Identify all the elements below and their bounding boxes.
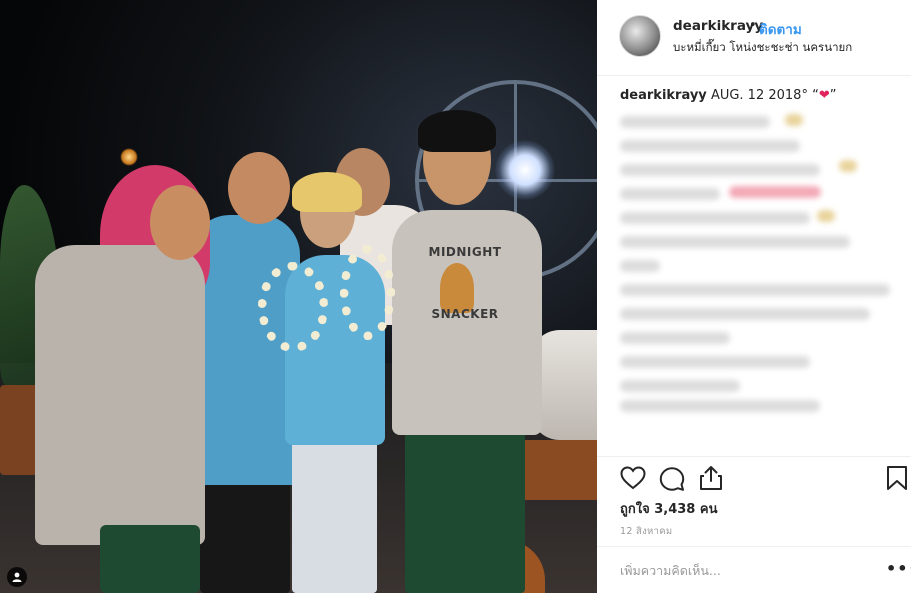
blurred-text xyxy=(620,380,740,392)
person-pants xyxy=(100,525,200,593)
wooden-table xyxy=(515,440,597,500)
blurred-highlight xyxy=(729,186,821,198)
blurred-text xyxy=(620,356,810,368)
blurred-text xyxy=(620,164,820,176)
location-link[interactable]: บะหมี่เกี๊ยว โหน่งชะชะช่า นครนายก xyxy=(673,39,852,57)
flower-garland xyxy=(340,245,395,340)
heart-emoji: ❤ xyxy=(818,88,830,103)
caption: dearkikrayy AUG. 12 2018° “❤” xyxy=(620,88,836,103)
blurred-text xyxy=(620,116,770,128)
shirt-line-2: SNACKER xyxy=(431,307,499,321)
post-date[interactable]: 12 สิงหาคม xyxy=(620,524,672,539)
post-photo[interactable]: MIDNIGHT SNACKER xyxy=(0,0,597,593)
blurred-text xyxy=(620,284,890,296)
flood-light xyxy=(495,140,555,200)
comment-bar: ••• xyxy=(597,546,911,593)
user-tag-icon[interactable] xyxy=(7,567,27,587)
caption-close-quote: ” xyxy=(829,88,837,103)
street-lamp xyxy=(120,148,138,166)
comment-input[interactable] xyxy=(620,563,860,578)
heart-outline-icon[interactable] xyxy=(620,466,646,494)
blurred-text xyxy=(620,260,660,272)
caption-username[interactable]: dearkikrayy xyxy=(620,88,707,103)
follow-button[interactable]: ติดตาม xyxy=(759,18,802,40)
blurred-emoji xyxy=(785,114,803,126)
person-legs xyxy=(292,435,377,593)
wooden-table xyxy=(0,385,40,475)
person-hair xyxy=(292,172,362,212)
blurred-text xyxy=(620,400,820,412)
post-side-panel: dearkikrayy • ติดตาม บะหมี่เกี๊ยว โหน่งช… xyxy=(597,0,911,593)
blurred-text xyxy=(620,308,870,320)
post-header: dearkikrayy • ติดตาม บะหมี่เกี๊ยว โหน่งช… xyxy=(597,0,911,76)
separator-dot: • xyxy=(749,18,757,33)
more-options-icon[interactable]: ••• xyxy=(886,559,911,578)
bookmark-icon[interactable] xyxy=(886,465,908,495)
shirt-line-1: MIDNIGHT xyxy=(428,245,502,259)
person-hair xyxy=(418,110,496,152)
likes-count[interactable]: ถูกใจ 3,438 คน xyxy=(620,498,717,519)
blurred-emoji xyxy=(817,210,835,222)
person-head xyxy=(150,185,210,260)
person-head xyxy=(228,152,290,224)
blurred-text xyxy=(620,332,730,344)
caption-text: AUG. 12 2018° “ xyxy=(710,88,819,103)
person-pants xyxy=(405,425,525,593)
shirt-print: MIDNIGHT SNACKER xyxy=(410,245,520,321)
person-body xyxy=(35,245,205,545)
flower-garland xyxy=(258,262,328,352)
person-body xyxy=(392,210,542,435)
blurred-emoji xyxy=(839,160,857,172)
blurred-text xyxy=(620,212,810,224)
speech-bubble-icon[interactable] xyxy=(659,466,685,496)
blurred-text xyxy=(620,140,800,152)
blurred-text xyxy=(620,188,720,200)
share-icon[interactable] xyxy=(699,465,723,495)
avatar[interactable] xyxy=(619,15,661,57)
blurred-text xyxy=(620,236,850,248)
